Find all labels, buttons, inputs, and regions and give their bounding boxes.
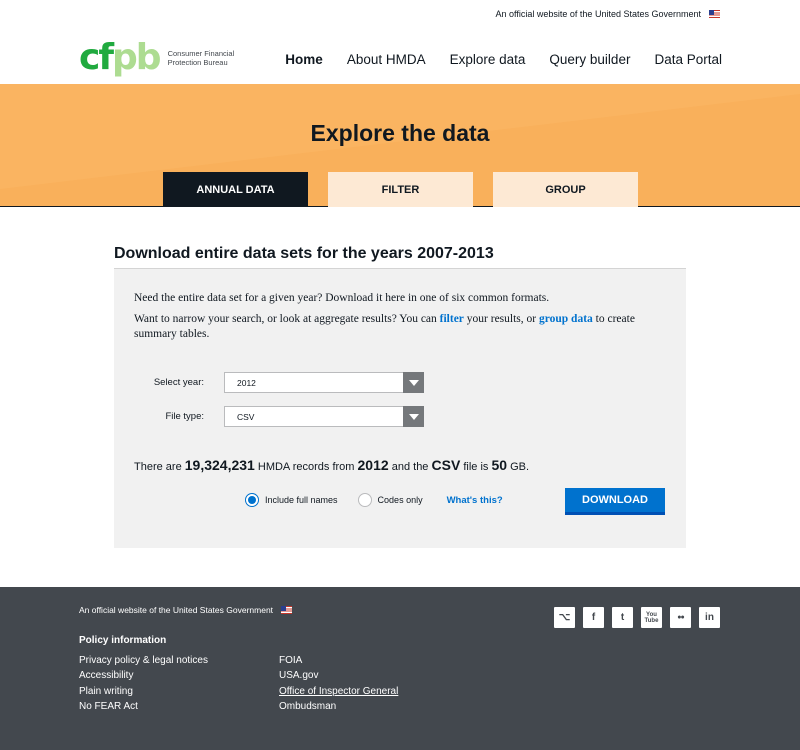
filter-link[interactable]: filter xyxy=(440,313,464,325)
year-select-value: 2012 xyxy=(237,377,256,388)
logo-text: Consumer Financial Protection Bureau xyxy=(167,49,235,67)
footer-gov-banner: An official website of the United States… xyxy=(79,605,293,615)
footer-links-col-1: Privacy policy & legal notices Accessibi… xyxy=(79,653,208,714)
section-title: Download entire data sets for the years … xyxy=(114,245,494,262)
intro-paragraph-2: Want to narrow your search, or look at a… xyxy=(134,312,654,342)
summary-text: HMDA records from xyxy=(254,461,358,473)
us-flag-icon xyxy=(709,10,720,18)
download-panel: Need the entire data set for a given yea… xyxy=(114,268,686,548)
foia-link[interactable]: FOIA xyxy=(279,653,398,668)
tab-group[interactable]: GROUP xyxy=(493,172,638,207)
twitter-icon[interactable]: t xyxy=(612,607,633,628)
plain-writing-link[interactable]: Plain writing xyxy=(79,684,208,699)
download-button[interactable]: DOWNLOAD xyxy=(565,488,665,515)
nav-home[interactable]: Home xyxy=(285,52,323,67)
nav-explore-data[interactable]: Explore data xyxy=(450,52,526,67)
radio-include-full-names[interactable] xyxy=(245,493,259,507)
social-links: ⌥ f t You Tube ●● in xyxy=(554,607,720,628)
tab-filter[interactable]: FILTER xyxy=(328,172,473,207)
chevron-down-icon[interactable] xyxy=(403,372,424,393)
linkedin-icon[interactable]: in xyxy=(699,607,720,628)
footer-banner-text: An official website of the United States… xyxy=(79,605,274,615)
name-options: Include full names Codes only What's thi… xyxy=(245,493,503,507)
nav-query-builder[interactable]: Query builder xyxy=(549,52,630,67)
site-footer: An official website of the United States… xyxy=(0,587,800,750)
tab-annual-data[interactable]: ANNUAL DATA xyxy=(163,172,308,207)
ombudsman-link[interactable]: Ombudsman xyxy=(279,699,398,714)
cfpb-logo[interactable]: cfpb Consumer Financial Protection Burea… xyxy=(79,40,240,76)
cfpb-logo-mark: cfpb xyxy=(79,37,162,78)
file-type-label: File type: xyxy=(165,411,204,422)
codes-only-label: Codes only xyxy=(377,495,423,505)
intro-text: Need the entire data set for a given yea… xyxy=(134,291,654,348)
page-title: Explore the data xyxy=(310,120,490,146)
summary-format: CSV xyxy=(431,457,461,473)
year-select[interactable]: 2012 xyxy=(224,372,424,393)
summary-text: There are xyxy=(134,461,185,473)
policy-heading: Policy information xyxy=(79,635,167,646)
chevron-down-icon[interactable] xyxy=(403,406,424,427)
gov-banner-text: An official website of the United States… xyxy=(495,9,701,19)
intro-text-a: Want to narrow your search, or look at a… xyxy=(134,313,440,325)
nav-data-portal[interactable]: Data Portal xyxy=(654,52,722,67)
whats-this-link[interactable]: What's this? xyxy=(447,495,503,506)
facebook-icon[interactable]: f xyxy=(583,607,604,628)
year-label: Select year: xyxy=(153,377,204,388)
file-type-select-value: CSV xyxy=(237,411,255,422)
footer-links-col-2: FOIA USA.gov Office of Inspector General… xyxy=(279,653,398,714)
file-type-select[interactable]: CSV xyxy=(224,406,424,427)
accessibility-link[interactable]: Accessibility xyxy=(79,668,208,683)
codes-only-option[interactable]: Codes only xyxy=(357,493,423,507)
youtube-icon[interactable]: You Tube xyxy=(641,607,662,628)
record-count: 19,324,231 xyxy=(184,457,255,473)
summary-year: 2012 xyxy=(357,457,389,473)
group-data-link[interactable]: group data xyxy=(539,313,593,325)
summary-text: file is xyxy=(460,461,492,473)
include-full-names-option[interactable]: Include full names xyxy=(245,493,338,507)
radio-codes-only[interactable] xyxy=(357,493,372,507)
year-row: Select year: 2012 xyxy=(114,372,424,393)
data-tabs: ANNUAL DATA FILTER GROUP xyxy=(163,172,638,207)
file-size-unit: GB. xyxy=(507,461,530,473)
privacy-policy-link[interactable]: Privacy policy & legal notices xyxy=(79,653,208,668)
main-nav: Home About HMDA Explore data Query build… xyxy=(285,52,722,67)
nav-about-hmda[interactable]: About HMDA xyxy=(347,52,426,67)
github-icon[interactable]: ⌥ xyxy=(554,607,575,628)
file-size: 50 xyxy=(491,457,508,473)
intro-paragraph-1: Need the entire data set for a given yea… xyxy=(134,292,550,304)
gov-banner: An official website of the United States… xyxy=(496,9,720,19)
file-type-row: File type: CSV xyxy=(114,406,424,427)
us-flag-icon xyxy=(281,606,293,614)
download-summary: There are 19,324,231 HMDA records from 2… xyxy=(134,457,529,473)
usa-gov-link[interactable]: USA.gov xyxy=(279,668,398,683)
include-full-names-label: Include full names xyxy=(265,495,338,505)
flickr-icon[interactable]: ●● xyxy=(670,607,691,628)
summary-text: and the xyxy=(388,461,432,473)
inspector-general-link[interactable]: Office of Inspector General xyxy=(279,684,398,699)
intro-text-b: your results, or xyxy=(463,313,539,325)
no-fear-act-link[interactable]: No FEAR Act xyxy=(79,699,208,714)
